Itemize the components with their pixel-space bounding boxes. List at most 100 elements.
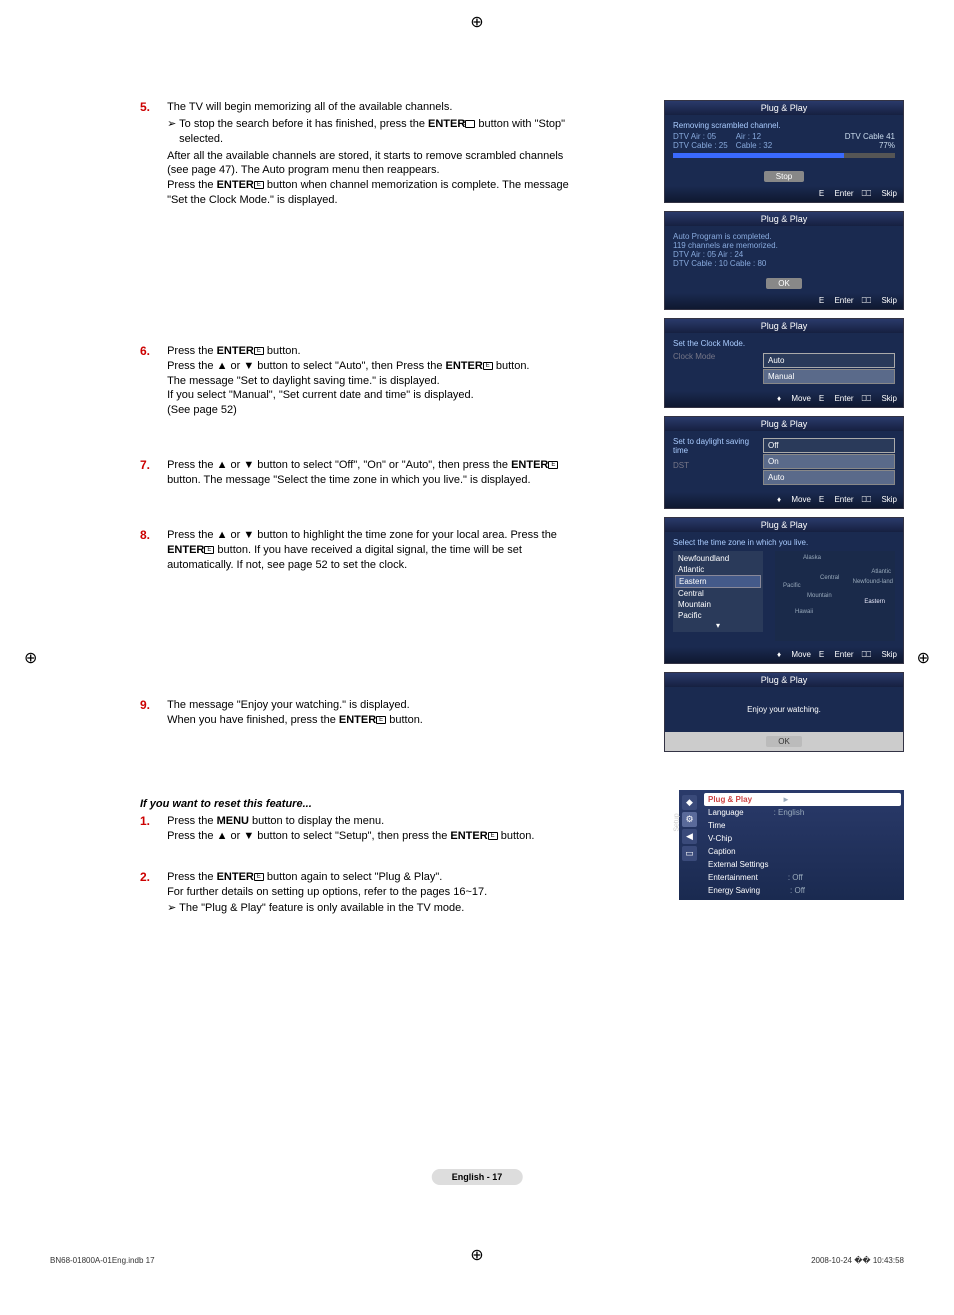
step-text: The TV will begin memorizing all of the …: [167, 100, 587, 115]
enter-icon: E: [254, 873, 264, 881]
dst-heading: Set to daylight saving time: [673, 437, 753, 455]
progress-bar: [673, 153, 895, 158]
enter-icon: E: [819, 650, 824, 659]
move-icon: ♦: [777, 650, 781, 659]
tz-pacific[interactable]: Pacific: [675, 610, 761, 621]
timezone-map: Alaska Atlantic Central Newfound-land Pa…: [775, 551, 895, 641]
ui-panel-dst: Plug & Play Set to daylight saving time …: [664, 416, 904, 509]
timezone-list: Newfoundland Atlantic Eastern Central Mo…: [673, 551, 763, 632]
setup-row-v-chip[interactable]: V-Chip: [704, 832, 901, 845]
reset-section: If you want to reset this feature... 1. …: [140, 798, 590, 918]
print-footer: BN68-01800A-01Eng.indb 17 2008-10-24 �� …: [50, 1256, 904, 1265]
setup-row-language[interactable]: Language: English: [704, 806, 901, 819]
option-on[interactable]: On: [763, 454, 895, 469]
tz-eastern[interactable]: Eastern: [675, 575, 761, 588]
step-text: After all the available channels are sto…: [167, 149, 587, 179]
tab-icon-picture[interactable]: ◆: [682, 795, 697, 810]
option-auto[interactable]: Auto: [763, 470, 895, 485]
reset-heading: If you want to reset this feature...: [140, 798, 590, 810]
step-number: 9.: [140, 698, 164, 712]
removing-label: Removing scrambled channel.: [673, 121, 895, 130]
dst-label: DST: [673, 461, 753, 470]
step-number: 1.: [140, 814, 164, 828]
stop-button[interactable]: Stop: [764, 171, 804, 182]
enter-icon: E: [819, 189, 824, 198]
ui-title: Plug & Play: [665, 417, 903, 431]
ui-title: Plug & Play: [665, 673, 903, 687]
tz-central[interactable]: Central: [675, 588, 761, 599]
ui-panel-timezone: Plug & Play Select the time zone in whic…: [664, 517, 904, 664]
ui-title: Plug & Play: [665, 319, 903, 333]
enter-icon: E: [254, 347, 264, 355]
skip-icon: ⎕⎕: [862, 394, 872, 403]
ui-title: Plug & Play: [665, 101, 903, 115]
tab-icon-setup[interactable]: ⚙: [682, 812, 697, 827]
tz-atlantic[interactable]: Atlantic: [675, 564, 761, 575]
ui-panel-clock: Plug & Play Set the Clock Mode. Clock Mo…: [664, 318, 904, 408]
enter-icon: E: [819, 495, 824, 504]
setup-menu: ◆ ⚙ ◀ ▭ Setup Plug & Play►Language: Engl…: [679, 790, 904, 900]
enter-icon: E: [465, 120, 475, 128]
setup-row-entertainment[interactable]: Entertainment: Off: [704, 871, 901, 884]
tab-icon-input[interactable]: ◀: [682, 829, 697, 844]
tz-mountain[interactable]: Mountain: [675, 599, 761, 610]
step-text: Press the ENTERE button when channel mem…: [167, 178, 587, 208]
footer-timestamp: 2008-10-24 �� 10:43:58: [811, 1256, 904, 1265]
step-number: 5.: [140, 100, 164, 114]
setup-row-energy-saving[interactable]: Energy Saving: Off: [704, 884, 901, 897]
reset-step-1: 1. Press the MENU button to display the …: [140, 814, 590, 844]
chevron-down-icon: ▾: [675, 621, 761, 630]
setup-row-plug-play[interactable]: Plug & Play►: [704, 793, 901, 806]
move-icon: ♦: [777, 394, 781, 403]
step-number: 2.: [140, 870, 164, 884]
clock-mode-label: Clock Mode: [673, 352, 753, 385]
footer-file: BN68-01800A-01Eng.indb 17: [50, 1256, 155, 1265]
skip-icon: ⎕⎕: [862, 189, 872, 198]
step-5: 5. The TV will begin memorizing all of t…: [140, 100, 590, 208]
ui-title: Plug & Play: [665, 212, 903, 226]
step-9: 9. The message "Enjoy your watching." is…: [140, 698, 590, 728]
enjoy-message: Enjoy your watching.: [665, 687, 903, 732]
ui-panel-enjoy: Plug & Play Enjoy your watching. OK: [664, 672, 904, 752]
step-bullet: To stop the search before it has finishe…: [167, 117, 587, 147]
page-number: English - 17: [432, 1169, 523, 1185]
panel-heading: Set the Clock Mode.: [673, 339, 895, 348]
ui-footer: E Enter⎕⎕ Skip: [665, 186, 903, 202]
step-number: 8.: [140, 528, 164, 542]
setup-row-external-settings[interactable]: External Settings: [704, 858, 901, 871]
ok-button[interactable]: OK: [766, 278, 802, 289]
step-number: 7.: [140, 458, 164, 472]
ok-button[interactable]: OK: [766, 736, 802, 747]
setup-row-caption[interactable]: Caption: [704, 845, 901, 858]
enter-icon: E: [819, 394, 824, 403]
skip-icon: ⎕⎕: [862, 495, 872, 504]
enter-icon: E: [819, 296, 824, 305]
ui-title: Plug & Play: [665, 518, 903, 532]
move-icon: ♦: [777, 495, 781, 504]
enter-icon: E: [204, 546, 214, 554]
skip-icon: ⎕⎕: [862, 296, 872, 305]
ui-panel-scrambled: Plug & Play Removing scrambled channel. …: [664, 100, 904, 203]
option-auto[interactable]: Auto: [763, 353, 895, 368]
enter-icon: E: [483, 362, 493, 370]
step-number: 6.: [140, 344, 164, 358]
setup-row-time[interactable]: Time: [704, 819, 901, 832]
option-manual[interactable]: Manual: [763, 369, 895, 384]
ui-panel-complete: Plug & Play Auto Program is completed. 1…: [664, 211, 904, 310]
skip-icon: ⎕⎕: [862, 650, 872, 659]
enter-icon: E: [548, 461, 558, 469]
enter-icon: E: [254, 181, 264, 189]
enter-icon: E: [376, 716, 386, 724]
setup-tabs: ◆ ⚙ ◀ ▭: [682, 793, 700, 863]
tz-heading: Select the time zone in which you live.: [673, 538, 895, 547]
tab-icon-app[interactable]: ▭: [682, 846, 697, 861]
step-7: 7. Press the ▲ or ▼ button to select "Of…: [140, 458, 590, 488]
setup-tab-label: Setup: [674, 813, 681, 831]
option-off[interactable]: Off: [763, 438, 895, 453]
step-8: 8. Press the ▲ or ▼ button to highlight …: [140, 528, 590, 573]
enter-icon: E: [488, 832, 498, 840]
reset-step-2: 2. Press the ENTERE button again to sele…: [140, 870, 590, 919]
tz-newfoundland[interactable]: Newfoundland: [675, 553, 761, 564]
reset-bullet: The "Plug & Play" feature is only availa…: [167, 901, 587, 916]
step-6: 6. Press the ENTERE button. Press the ▲ …: [140, 344, 590, 418]
